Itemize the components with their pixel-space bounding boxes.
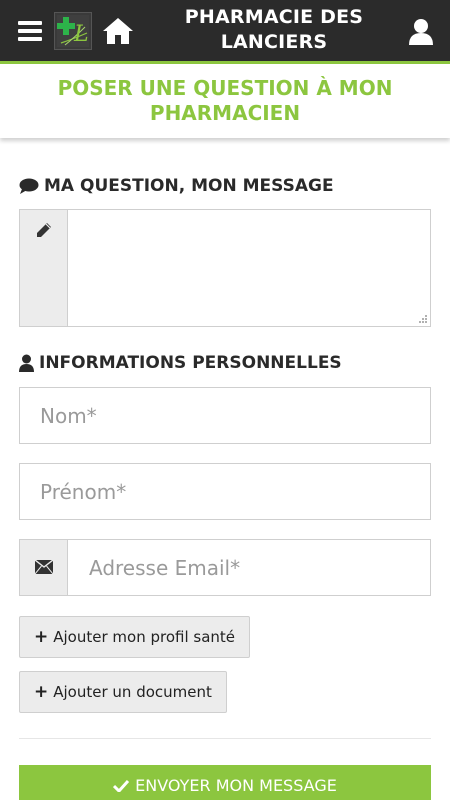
home-icon[interactable] [102, 16, 134, 46]
add-document-button[interactable]: + Ajouter un document [19, 671, 227, 713]
message-section-title: MA QUESTION, MON MESSAGE [19, 176, 334, 196]
user-icon [19, 354, 34, 372]
message-section-label: MA QUESTION, MON MESSAGE [44, 176, 334, 196]
message-textarea[interactable] [68, 210, 430, 326]
personal-info-section-label: INFORMATIONS PERSONNELLES [39, 353, 342, 373]
check-icon [113, 779, 130, 792]
prenom-input[interactable] [20, 464, 430, 519]
message-field [19, 209, 431, 327]
app-title: PHARMACIE DES LANCIERS [184, 6, 364, 53]
plus-icon: + [34, 626, 49, 647]
add-health-profile-button[interactable]: + Ajouter mon profil santé [19, 616, 251, 658]
pencil-icon [37, 223, 51, 237]
top-app-bar: L PHARMACIE DES LANCIERS [0, 0, 450, 64]
prenom-field [19, 463, 431, 520]
email-field [19, 539, 431, 596]
add-health-profile-label: Ajouter mon profil santé [53, 628, 236, 646]
pharmacy-logo-icon[interactable]: L [54, 12, 92, 50]
user-account-icon[interactable] [408, 18, 434, 46]
page-header: POSER UNE QUESTION À MON PHARMACIEN [0, 67, 450, 138]
send-message-label: ENVOYER MON MESSAGE [135, 776, 337, 795]
nom-field [19, 387, 431, 444]
message-field-addon [20, 210, 68, 326]
resize-handle-icon[interactable] [418, 314, 428, 324]
comment-icon [19, 178, 39, 194]
send-message-button[interactable]: ENVOYER MON MESSAGE [19, 765, 431, 800]
nom-input[interactable] [20, 388, 430, 443]
email-input[interactable] [69, 540, 430, 595]
page-title: POSER UNE QUESTION À MON PHARMACIEN [57, 76, 393, 125]
hamburger-menu-icon[interactable] [18, 21, 42, 41]
svg-text:L: L [73, 22, 89, 47]
envelope-icon [35, 560, 53, 574]
add-document-label: Ajouter un document [53, 683, 212, 701]
personal-info-section-title: INFORMATIONS PERSONNELLES [19, 353, 342, 373]
email-field-addon [20, 540, 68, 595]
plus-icon: + [34, 681, 49, 702]
form-divider [19, 738, 431, 739]
